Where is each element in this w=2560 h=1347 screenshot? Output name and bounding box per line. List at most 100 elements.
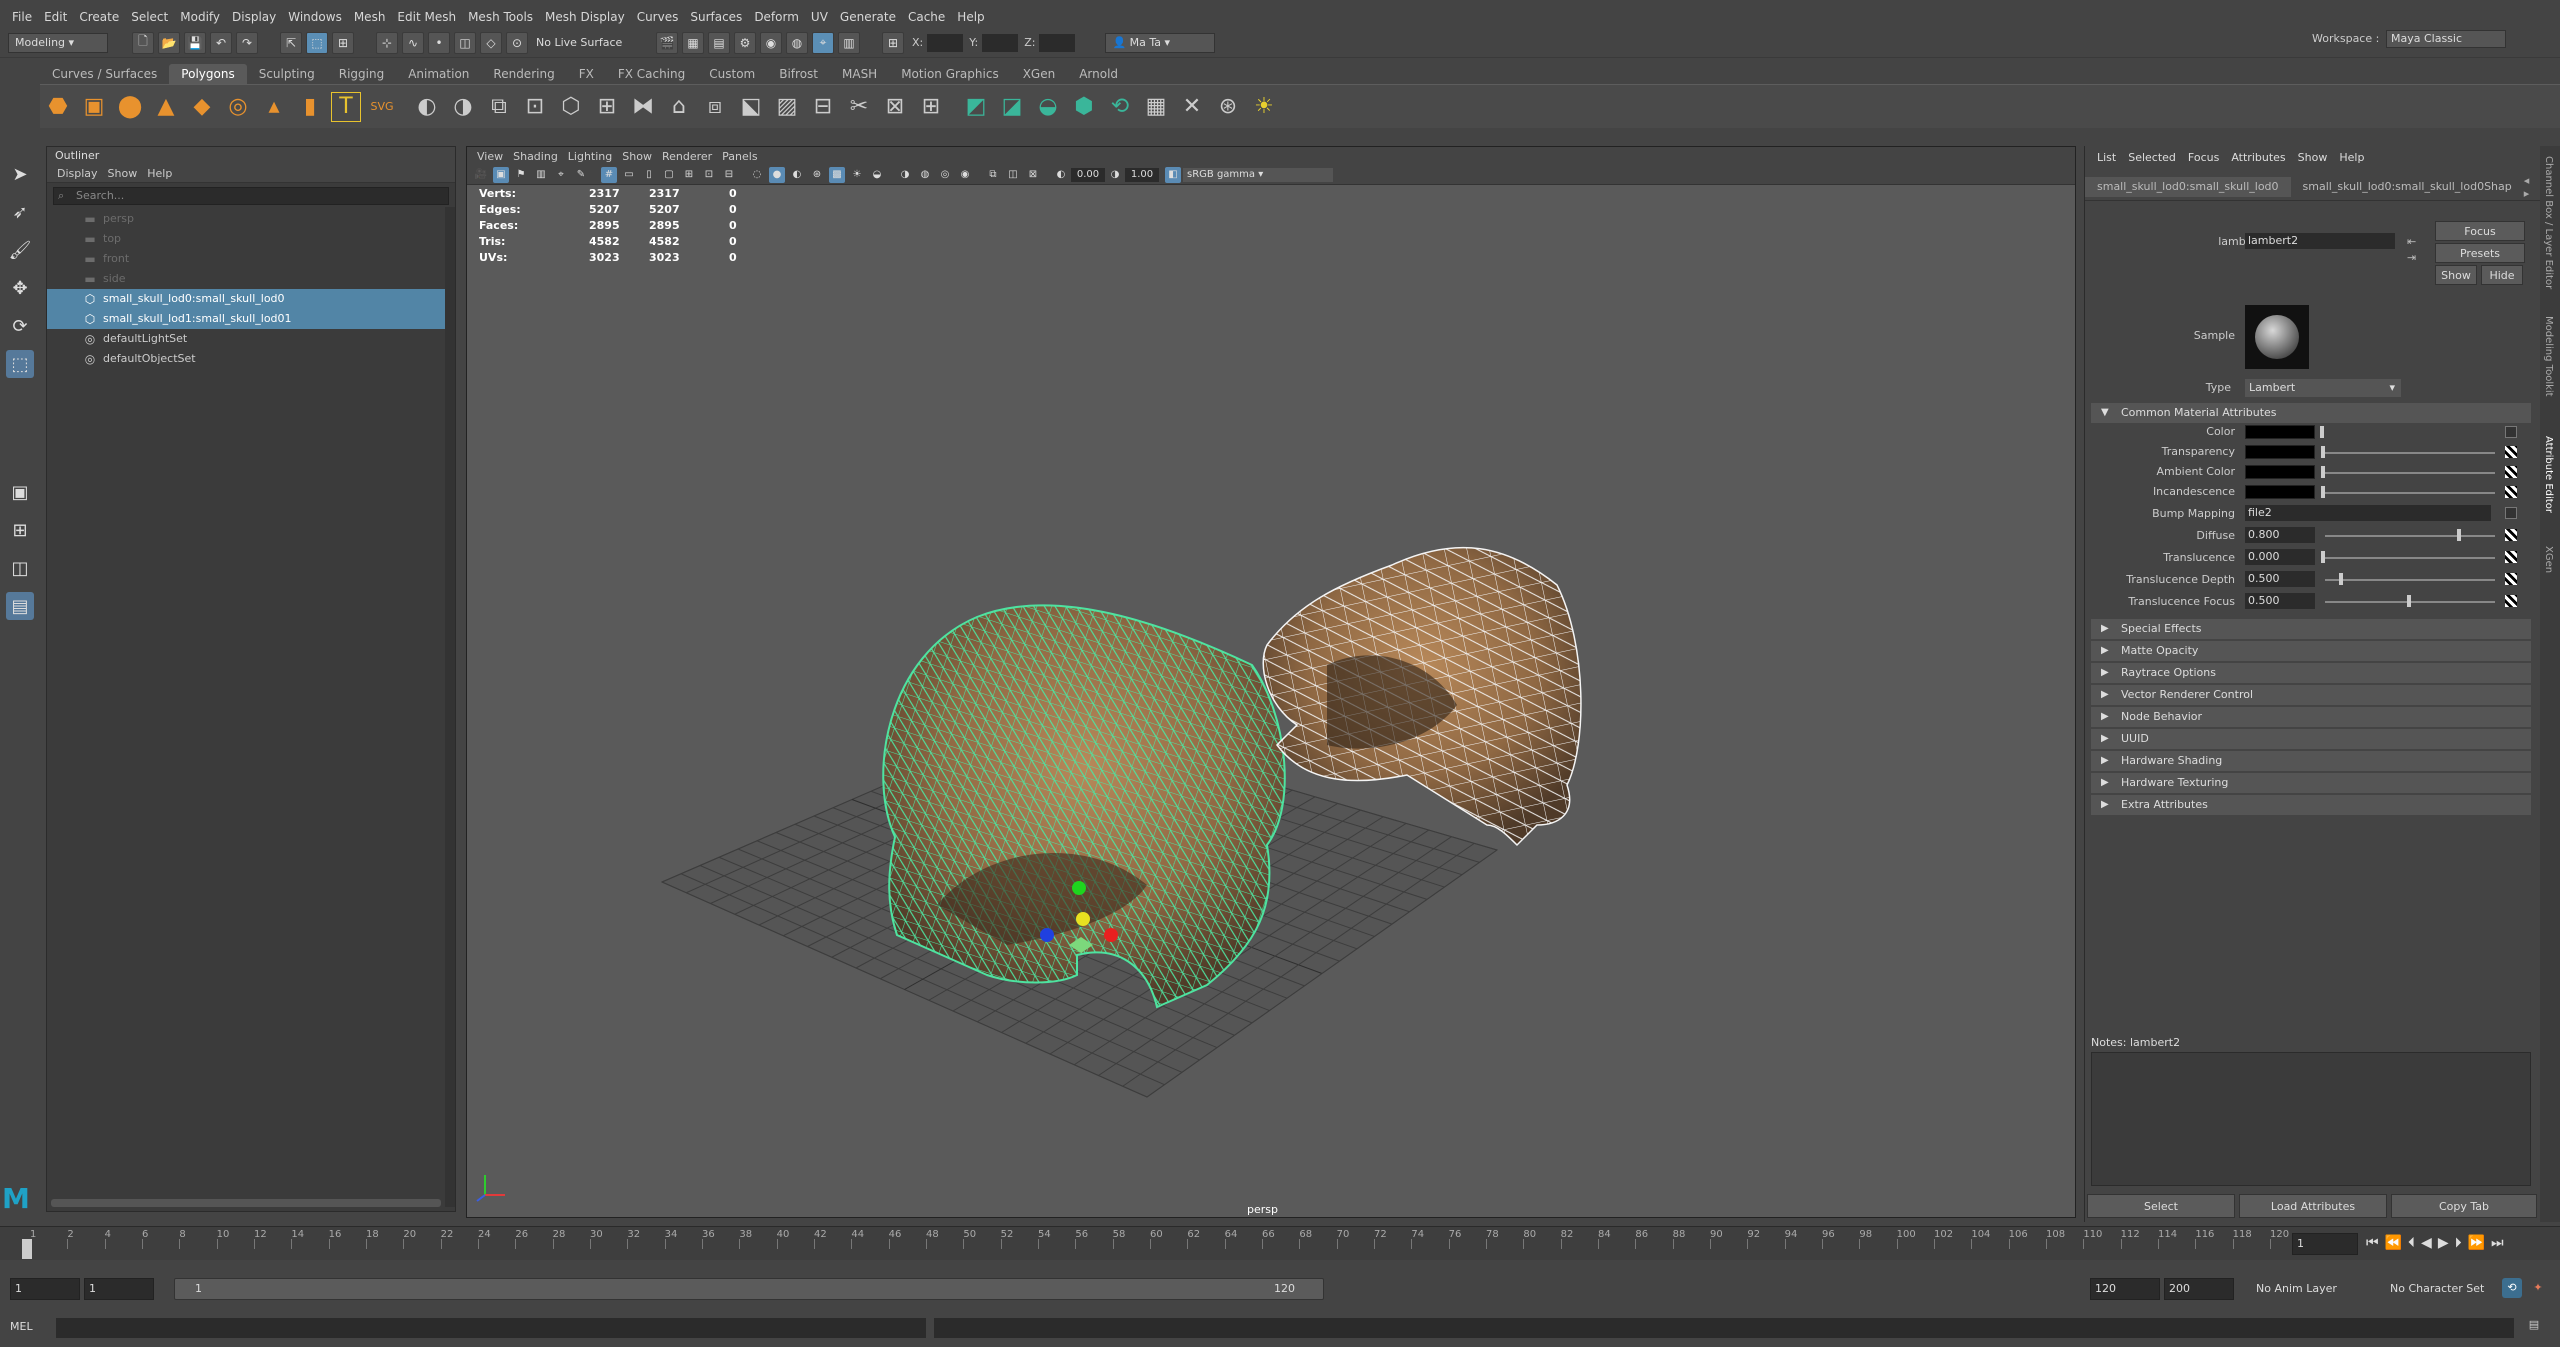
outliner-menu-display[interactable]: Display: [57, 167, 98, 180]
ambient-occlusion-icon[interactable]: ◑: [897, 167, 913, 183]
attr-menu-attributes[interactable]: Attributes: [2231, 146, 2285, 170]
section-hardware-shading[interactable]: ▶ Hardware Shading: [2091, 751, 2531, 771]
live-surface-field[interactable]: No Live Surface: [536, 33, 636, 53]
snap-grid-icon[interactable]: ⊹: [376, 31, 398, 54]
range-bar[interactable]: 1 120: [174, 1278, 1324, 1300]
incandescence-knob[interactable]: [2321, 486, 2325, 498]
modeling-toolkit-icon[interactable]: ⌖: [812, 31, 834, 54]
poly-cone-icon[interactable]: ▲: [151, 92, 181, 122]
color-swatch[interactable]: [2245, 425, 2315, 439]
checker-map-icon[interactable]: [2505, 573, 2517, 585]
camera-attributes-icon[interactable]: ▣: [493, 166, 509, 183]
select-hierarchy-icon[interactable]: ⇱: [280, 31, 302, 54]
menu-help[interactable]: Help: [957, 10, 984, 24]
outliner-scrollbar[interactable]: [445, 207, 455, 1207]
light-icon[interactable]: ☀: [1249, 92, 1279, 122]
render-frame-icon[interactable]: ▦: [682, 31, 704, 54]
color-slider-knob[interactable]: [2320, 426, 2324, 438]
combine-icon[interactable]: ◐: [412, 92, 442, 122]
load-attributes-button[interactable]: Load Attributes: [2239, 1194, 2387, 1218]
translucence-focus-knob[interactable]: [2407, 595, 2411, 607]
single-view-icon[interactable]: ▣: [6, 478, 34, 506]
hypershade-icon[interactable]: ◉: [760, 31, 782, 54]
paint-select-icon[interactable]: 🖌: [6, 236, 34, 264]
section-vector-renderer-control[interactable]: ▶ Vector Renderer Control: [2091, 685, 2531, 705]
outliner-item[interactable]: ▬ side: [47, 269, 455, 289]
user-account-dropdown[interactable]: 👤 Ma Ta ▾: [1105, 32, 1216, 53]
playback-start-field[interactable]: 1: [84, 1278, 154, 1300]
channel-box-icon[interactable]: ▥: [838, 31, 860, 54]
menu-create[interactable]: Create: [79, 10, 119, 24]
2d-pan-zoom-icon[interactable]: ⌖: [553, 167, 569, 183]
type-dropdown[interactable]: Lambert ▾: [2245, 379, 2401, 397]
select-button[interactable]: Select: [2087, 1194, 2235, 1218]
diffuse-slider[interactable]: [2325, 535, 2495, 537]
shelf-tab-animation[interactable]: Animation: [396, 64, 481, 84]
extract-icon[interactable]: ⧉: [484, 92, 514, 122]
current-frame-field[interactable]: 1: [2292, 1233, 2358, 1255]
shelf-tab-rigging[interactable]: Rigging: [327, 64, 396, 84]
menu-surfaces[interactable]: Surfaces: [690, 10, 742, 24]
two-view-icon[interactable]: ◫: [6, 554, 34, 582]
command-input[interactable]: [56, 1318, 926, 1338]
incandescence-swatch[interactable]: [2245, 485, 2315, 499]
grease-pencil-icon[interactable]: ✎: [573, 167, 589, 183]
spherical-uv-icon[interactable]: ◒: [1033, 92, 1063, 122]
z-field[interactable]: [1039, 33, 1076, 52]
attr-tab-shape[interactable]: small_skull_lod0:small_skull_lod0Shap: [2291, 177, 2524, 197]
menu-edit-mesh[interactable]: Edit Mesh: [397, 10, 456, 24]
resolution-gate-icon[interactable]: ▯: [641, 167, 657, 183]
field-chart-icon[interactable]: ⊞: [681, 167, 697, 183]
attribute-editor-tab[interactable]: Attribute Editor: [2543, 436, 2554, 536]
poly-pyramid-icon[interactable]: ▴: [259, 92, 289, 122]
poly-plane-icon[interactable]: ◆: [187, 92, 217, 122]
shelf-tab-fx[interactable]: FX: [567, 64, 606, 84]
shelf-tab-custom[interactable]: Custom: [697, 64, 767, 84]
time-slider[interactable]: 1 2 4 6 8 10 12 14 16 18 20 22 24 26 28 30 32 34 36 38 40 42 4…: [0, 1226, 2560, 1260]
poly-pipe-icon[interactable]: ▮: [295, 92, 325, 122]
y-field[interactable]: [982, 33, 1019, 52]
step-back-key-icon[interactable]: ⏪: [2385, 1235, 2402, 1251]
menu-generate[interactable]: Generate: [840, 10, 896, 24]
gate-mask-icon[interactable]: ▢: [661, 167, 677, 183]
select-tool-icon[interactable]: ➤: [6, 160, 34, 188]
redo-icon[interactable]: ↷: [236, 31, 258, 54]
planar-uv-icon[interactable]: ◩: [961, 92, 991, 122]
translucence-field[interactable]: 0.000: [2245, 549, 2315, 565]
poly-cylinder-icon[interactable]: ⬤: [115, 92, 145, 122]
menu-mesh-tools[interactable]: Mesh Tools: [468, 10, 533, 24]
cut-uv-icon[interactable]: ✕: [1177, 92, 1207, 122]
ambient-slider[interactable]: [2325, 472, 2495, 474]
hide-button[interactable]: Hide: [2481, 265, 2523, 285]
grid-icon[interactable]: #: [601, 166, 617, 183]
extrude-icon[interactable]: ⧈: [700, 92, 730, 122]
shadows-icon[interactable]: ◒: [869, 167, 885, 183]
average-vertices-icon[interactable]: ⊞: [592, 92, 622, 122]
playback-end-field[interactable]: 120: [2090, 1278, 2160, 1300]
channel-box-tab[interactable]: Channel Box / Layer Editor: [2543, 156, 2554, 306]
exposure-icon[interactable]: ◐: [1053, 167, 1069, 183]
color-management-icon[interactable]: ◧: [1165, 166, 1181, 183]
shelf-tab-fx-caching[interactable]: FX Caching: [606, 64, 697, 84]
menu-mesh-display[interactable]: Mesh Display: [545, 10, 625, 24]
snap-curve-icon[interactable]: ∿: [402, 31, 424, 54]
xray-joints-icon[interactable]: ⊠: [1025, 167, 1041, 183]
step-back-frame-icon[interactable]: ⏴: [2408, 1235, 2415, 1251]
safe-title-icon[interactable]: ⊟: [721, 167, 737, 183]
checker-map-icon[interactable]: [2505, 551, 2517, 563]
ambient-swatch[interactable]: [2245, 465, 2315, 479]
shelf-tab-xgen[interactable]: XGen: [1011, 64, 1068, 84]
snap-view-icon[interactable]: ◫: [454, 31, 476, 54]
render-view-icon[interactable]: 🎬: [656, 31, 678, 54]
xray-icon[interactable]: ◫: [1005, 167, 1021, 183]
uv-editor-icon[interactable]: ⟲: [1105, 92, 1135, 122]
shelf-tab-bifrost[interactable]: Bifrost: [767, 64, 830, 84]
lasso-tool-icon[interactable]: ➶: [6, 198, 34, 226]
menu-edit[interactable]: Edit: [44, 10, 67, 24]
modeling-toolkit-tab[interactable]: Modeling Toolkit: [2543, 316, 2554, 416]
presets-button[interactable]: Presets: [2435, 243, 2525, 263]
section-common[interactable]: ▼ Common Material Attributes: [2091, 403, 2531, 423]
viewport-menu-renderer[interactable]: Renderer: [662, 150, 712, 163]
shelf-tab-curves-surfaces[interactable]: Curves / Surfaces: [40, 64, 169, 84]
viewport-menu-panels[interactable]: Panels: [722, 150, 757, 163]
